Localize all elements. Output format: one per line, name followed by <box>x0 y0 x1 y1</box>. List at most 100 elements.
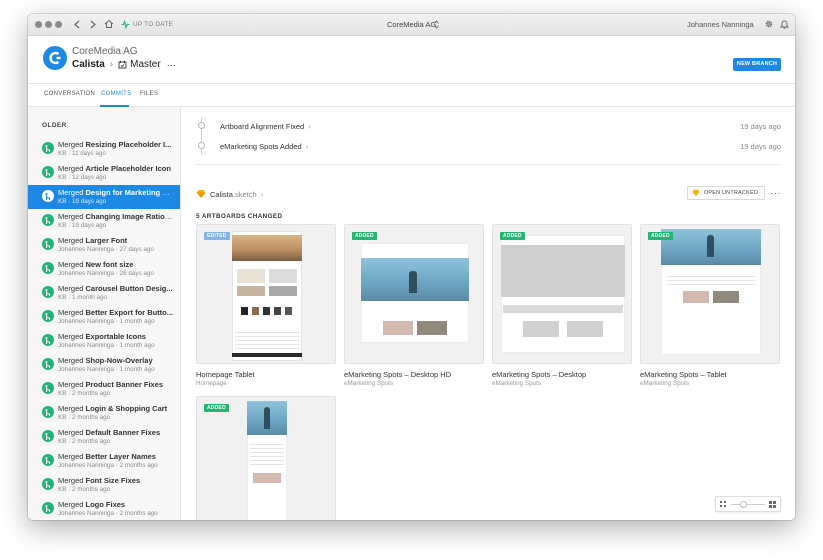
commit-item[interactable]: Merged New font size Johannes Nanninga · … <box>28 257 180 281</box>
branch-more-icon[interactable]: ··· <box>167 60 176 70</box>
more-options-icon[interactable]: ··· <box>771 188 782 198</box>
commit-item[interactable]: Merged Carousel Button Desig... KB · 1 mo… <box>28 281 180 305</box>
artboard-thumbnail: ADDED <box>640 224 780 364</box>
back-arrow-icon[interactable] <box>74 20 80 29</box>
zoom-window-button[interactable] <box>55 21 62 28</box>
commit-prefix: Merged <box>58 140 86 149</box>
commit-meta: Johannes Nanninga · 28 days ago <box>58 270 154 277</box>
commit-meta: KB · 2 months ago <box>58 390 111 397</box>
timeline-item[interactable]: Artboard Alignment Fixed › <box>220 122 311 131</box>
commit-prefix: Merged <box>58 212 86 221</box>
commit-item[interactable]: Merged Better Layer Names Johannes Nannin… <box>28 449 180 473</box>
commit-item[interactable]: Merged Changing Image Ratio ... KB · 19 d… <box>28 209 180 233</box>
organization-name[interactable]: CoreMedia AG <box>72 46 138 57</box>
title-stepper-icon[interactable] <box>434 20 439 33</box>
window-title[interactable]: CoreMedia AG <box>387 19 436 31</box>
forward-arrow-icon[interactable] <box>90 20 96 29</box>
commit-title: Merged Changing Image Ratio ... <box>58 212 173 221</box>
commit-prefix: Merged <box>58 380 86 389</box>
commit-item[interactable]: Merged Article Placeholder Icon KB · 12 d… <box>28 161 180 185</box>
commit-item[interactable]: Merged Larger Font Johannes Nanninga · 27… <box>28 233 180 257</box>
timeline-item-label: Artboard Alignment Fixed <box>220 122 305 131</box>
commit-name: Shop-Now-Overlay <box>85 356 153 365</box>
commit-prefix: Merged <box>58 236 86 245</box>
commit-title: Merged Logo Fixes <box>58 500 173 509</box>
merge-icon <box>42 358 54 370</box>
merge-icon <box>42 502 54 514</box>
commit-item[interactable]: Merged Login & Shopping Cart KB · 2 month… <box>28 401 180 425</box>
open-untracked-button[interactable]: OPEN UNTRACKED <box>686 186 765 200</box>
edited-badge: EDITED <box>204 232 230 240</box>
commit-prefix: Merged <box>58 428 86 437</box>
chevron-right-icon: › <box>308 122 311 131</box>
commit-name: Larger Font <box>85 236 128 245</box>
commit-name: Default Banner Fixes <box>85 428 161 437</box>
commit-item[interactable]: Merged Product Banner Fixes KB · 2 months… <box>28 377 180 401</box>
commit-meta: Johannes Nanninga · 1 month ago <box>58 318 155 325</box>
branch-icon <box>118 60 127 69</box>
commit-item[interactable]: Merged Font Size Fixes KB · 2 months ago <box>28 473 180 497</box>
commit-title: Merged Better Layer Names <box>58 452 173 461</box>
zoom-slider-handle[interactable] <box>740 501 747 508</box>
grid-small-icon[interactable] <box>720 501 727 508</box>
added-badge: ADDED <box>648 232 673 240</box>
artboard-title: eMarketing Spots – Desktop HD <box>344 370 452 379</box>
commit-name: Font Size Fixes <box>85 476 141 485</box>
added-badge: ADDED <box>500 232 525 240</box>
added-badge: ADDED <box>204 404 229 412</box>
commit-item[interactable]: Merged Design for Marketing S... KB · 19 … <box>28 185 180 209</box>
merge-icon <box>42 310 54 322</box>
zoom-slider-track[interactable] <box>731 504 765 505</box>
commit-title: Merged Design for Marketing S... <box>58 188 173 197</box>
merge-icon <box>42 382 54 394</box>
file-row: Calista.sketch › OPEN UNTRACKED ··· <box>196 186 782 203</box>
grid-large-icon[interactable] <box>769 501 776 508</box>
tab-bar: CONVERSATION COMMITS FILES <box>28 84 795 107</box>
commit-name: Carousel Button Desig... <box>85 284 173 293</box>
commit-prefix: Merged <box>58 332 86 341</box>
artboard-thumbnail: ADDED <box>196 396 336 520</box>
commit-prefix: Merged <box>58 452 86 461</box>
older-heading: OLDER <box>42 122 67 129</box>
artboard-thumbnail: EDITED <box>196 224 336 364</box>
sync-status-label: UP TO DATE <box>133 21 173 28</box>
gear-icon[interactable] <box>764 19 774 29</box>
commit-meta: KB · 2 months ago <box>58 438 111 445</box>
commit-item[interactable]: Merged Better Export for Butto... Johanne… <box>28 305 180 329</box>
commit-item[interactable]: Merged Default Banner Fixes KB · 2 months… <box>28 425 180 449</box>
merge-icon <box>42 166 54 178</box>
home-icon[interactable] <box>104 19 114 29</box>
bell-icon[interactable] <box>780 19 789 29</box>
close-window-button[interactable] <box>35 21 42 28</box>
artboard-title: eMarketing Spots – Desktop <box>492 370 587 379</box>
file-name[interactable]: Calista.sketch › <box>210 190 263 199</box>
commit-item[interactable]: Merged Resizing Placeholder I... KB · 11 … <box>28 137 180 161</box>
commit-prefix: Merged <box>58 188 86 197</box>
commit-prefix: Merged <box>58 164 86 173</box>
commit-item[interactable]: Merged Logo Fixes Johannes Nanninga · 2 m… <box>28 497 180 520</box>
project-header: CoreMedia AG Calista › Master ··· NEW BR… <box>28 36 795 84</box>
tab-files[interactable]: FILES <box>140 91 158 97</box>
tab-conversation[interactable]: CONVERSATION <box>44 91 95 97</box>
branch-selector[interactable]: Master ··· <box>118 59 176 70</box>
commit-title: Merged Carousel Button Desig... <box>58 284 173 293</box>
timeline-dot <box>198 122 205 129</box>
new-branch-button[interactable]: NEW BRANCH <box>733 58 781 71</box>
commit-title: Merged Default Banner Fixes <box>58 428 173 437</box>
sketch-file-icon <box>196 190 206 198</box>
current-user-name[interactable]: Johannes Nanninga <box>687 19 754 31</box>
commit-meta: KB · 19 days ago <box>58 198 107 205</box>
minimize-window-button[interactable] <box>45 21 52 28</box>
commit-item[interactable]: Merged Exportable Icons Johannes Nanninga… <box>28 329 180 353</box>
artboards-changed-heading: 5 ARTBOARDS CHANGED <box>196 213 283 220</box>
timeline-item-time: 19 days ago <box>740 142 781 151</box>
commit-prefix: Merged <box>58 404 86 413</box>
tab-commits[interactable]: COMMITS <box>101 91 131 97</box>
commit-meta: KB · 11 days ago <box>58 150 106 157</box>
divider <box>196 164 781 165</box>
commit-item[interactable]: Merged Shop-Now-Overlay Johannes Nanninga… <box>28 353 180 377</box>
timeline-item[interactable]: eMarketing Spots Added › <box>220 142 308 151</box>
commit-meta: KB · 19 days ago <box>58 222 107 229</box>
merge-icon <box>42 406 54 418</box>
project-name[interactable]: Calista <box>72 59 105 70</box>
